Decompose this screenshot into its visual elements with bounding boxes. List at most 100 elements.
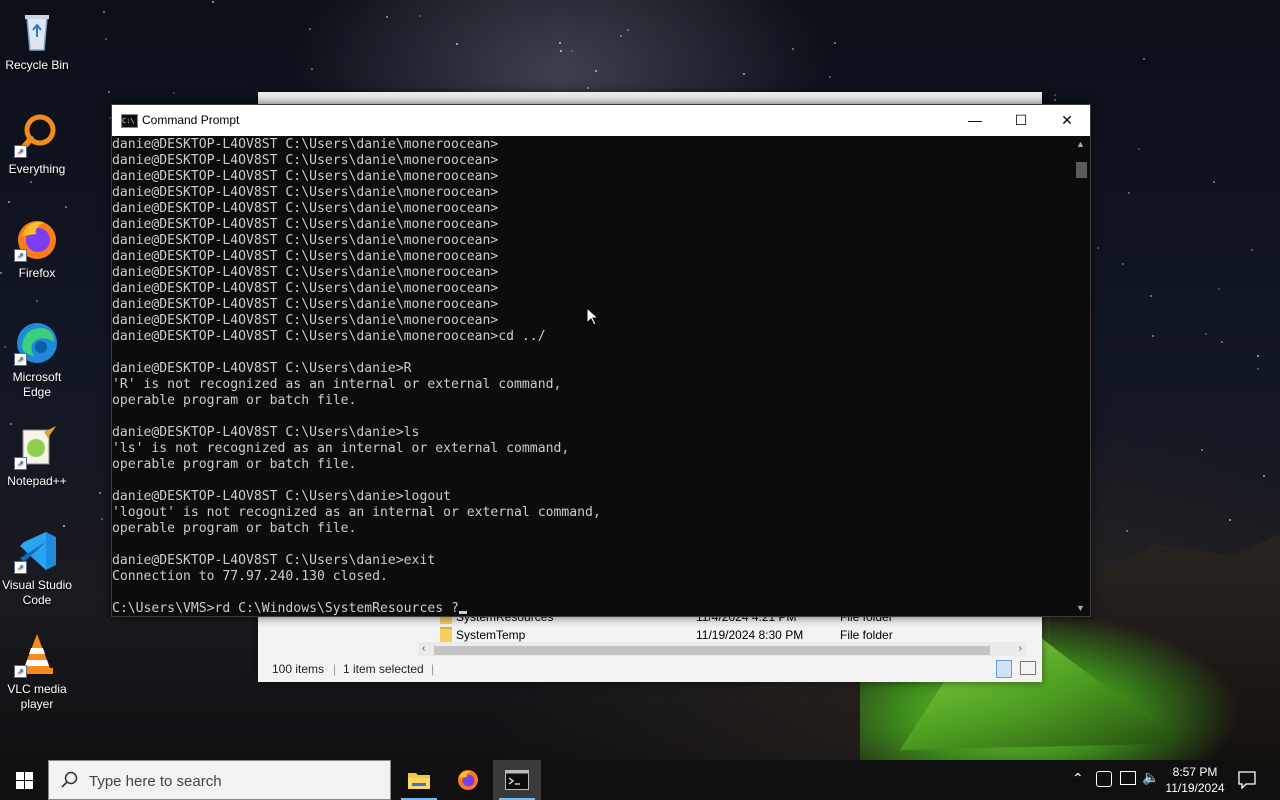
command-prompt-icon [505,770,529,790]
desktop-icon-vlc[interactable]: ↗ VLC media player [0,632,74,712]
command-prompt-window[interactable]: C:\ Command Prompt — ☐ ✕ danie@DESKTOP-L… [111,104,1091,617]
taskbar-clock[interactable]: 8:57 PM 11/19/2024 [1160,764,1230,796]
scroll-down-icon[interactable]: ▼ [1076,603,1085,613]
status-divider: | [333,662,337,676]
file-date: 11/19/2024 8:30 PM [696,628,804,642]
desktop-icon-label: Notepad++ [7,474,67,488]
scroll-up-icon[interactable]: ▲ [1076,139,1085,149]
notepad-plus-plus-icon: ↗ [14,424,60,470]
console-line: danie@DESKTOP-L4OV8ST C:\Users\danie\mon… [112,249,499,264]
console-line: danie@DESKTOP-L4OV8ST C:\Users\danie\mon… [112,233,499,248]
taskbar-search-box[interactable]: Type here to search [48,760,391,800]
recycle-bin-icon [14,8,60,54]
taskbar-app-command-prompt[interactable] [493,760,541,800]
star [1097,247,1099,249]
star [571,50,573,52]
file-name: SystemTemp [456,628,526,642]
shortcut-arrow-icon: ↗ [14,561,27,574]
console-line: operable program or batch file. [112,393,357,408]
status-divider: | [431,662,435,676]
star [212,1,214,3]
maximize-button[interactable]: ☐ [998,105,1044,136]
desktop-icon-edge[interactable]: ↗ Microsoft Edge [0,320,74,400]
edge-icon: ↗ [14,320,60,366]
details-view-icon[interactable] [996,660,1012,678]
star [792,48,794,50]
console-line: danie@DESKTOP-L4OV8ST C:\Users\danie>log… [112,489,451,504]
close-button[interactable]: ✕ [1044,105,1090,136]
large-icons-view-icon[interactable] [1020,661,1036,675]
folder-icon [440,627,452,642]
star [99,492,101,494]
desktop-icon-label: Recycle Bin [5,58,69,72]
taskbar-app-firefox[interactable] [444,760,492,800]
star [1213,181,1215,183]
console-line: operable program or batch file. [112,521,357,536]
star [173,92,175,94]
desktop-icon-firefox[interactable]: ↗ Firefox [0,216,74,281]
vlc-icon: ↗ [14,632,60,678]
shortcut-arrow-icon: ↗ [14,145,27,158]
console-line: 'logout' is not recognized as an interna… [112,505,601,520]
shortcut-arrow-icon: ↗ [14,353,27,366]
console-line: danie@DESKTOP-L4OV8ST C:\Users\danie>exi… [112,553,436,568]
start-button[interactable] [0,760,48,800]
star [8,201,10,203]
star [36,300,38,302]
firefox-icon [458,770,478,790]
star [1257,368,1259,370]
console-input-line[interactable]: C:\Users\VMS>rd C:\Windows\SystemResourc… [112,601,1070,615]
star [101,518,103,520]
scroll-left-icon[interactable]: ‹ [422,643,425,654]
star [30,181,32,183]
search-placeholder: Type here to search [89,773,222,790]
scrollbar-thumb[interactable] [1076,162,1087,178]
window-title: Command Prompt [142,113,240,127]
action-center-icon[interactable] [1238,771,1256,789]
volume-muted-icon[interactable]: 🔈 [1142,769,1159,786]
console-line: danie@DESKTOP-L4OV8ST C:\Users\danie\mon… [112,137,499,152]
explorer-statusbar: 100 items | 1 item selected | [258,656,1042,682]
scroll-right-icon[interactable]: › [1019,643,1022,654]
star [108,91,110,93]
console-output[interactable]: danie@DESKTOP-L4OV8ST C:\Users\danie\mon… [112,137,1070,615]
minimize-button[interactable]: — [952,105,998,136]
star [1054,99,1056,101]
cmd-vertical-scrollbar[interactable]: ▲ ▼ [1073,137,1090,615]
security-center-icon[interactable] [1096,771,1112,787]
console-line: danie@DESKTOP-L4OV8ST C:\Users\danie\mon… [112,281,499,296]
star [834,42,836,44]
search-icon [61,771,78,788]
clock-time: 8:57 PM [1172,765,1218,779]
command-prompt-icon: C:\ [121,114,138,128]
star [1251,249,1253,251]
scrollbar-thumb[interactable] [434,646,990,655]
star [829,76,831,78]
star [1152,335,1154,337]
network-icon[interactable] [1120,771,1136,785]
desktop-icon-everything[interactable]: ↗ Everything [0,112,74,177]
star [587,87,589,89]
star [456,43,458,45]
star [1257,355,1259,357]
console-line: 'R' is not recognized as an internal or … [112,377,562,392]
desktop-icon-vscode[interactable]: ↗ Visual Studio Code [0,528,74,608]
desktop-icon-notepadpp[interactable]: ↗ Notepad++ [0,424,74,489]
cmd-titlebar[interactable]: C:\ Command Prompt — ☐ ✕ [112,105,1090,136]
show-hidden-icons-chevron-icon[interactable]: ⌃ [1072,770,1084,787]
console-line: danie@DESKTOP-L4OV8ST C:\Users\danie>R [112,361,412,376]
desktop-icon-recycle-bin[interactable]: Recycle Bin [0,8,74,73]
star [65,206,67,208]
star [620,35,622,37]
star [1122,263,1124,265]
star [63,525,65,527]
star [1054,94,1056,96]
star [105,38,107,40]
taskbar-app-file-explorer[interactable] [395,760,443,800]
clock-date: 11/19/2024 [1165,781,1225,795]
desktop-icon-label: Visual Studio Code [2,578,72,607]
